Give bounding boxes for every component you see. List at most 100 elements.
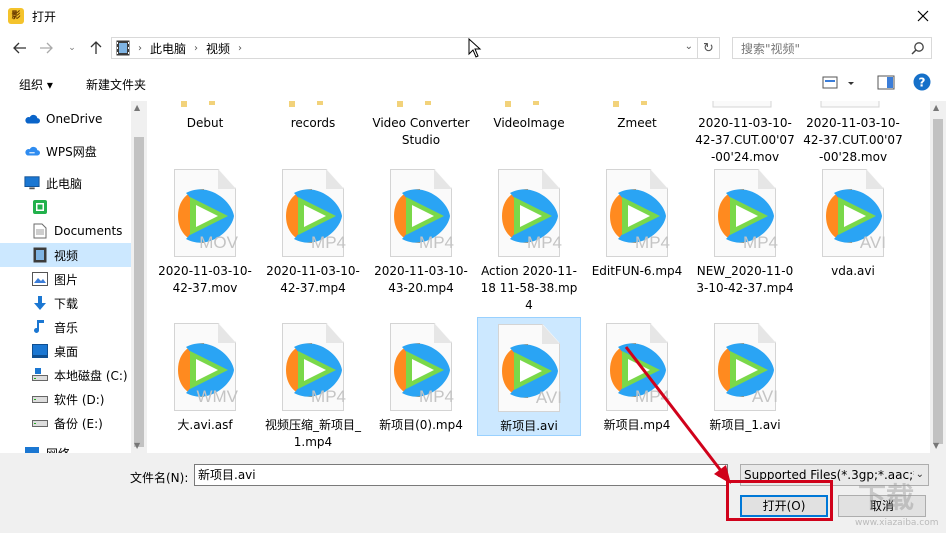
organize-button[interactable]: 组织 ▾	[19, 76, 53, 93]
folder-tile[interactable]: VideoImage	[477, 101, 581, 132]
address-dropdown-icon[interactable]: ⌄	[685, 41, 693, 52]
folder-tile[interactable]: Video Converter Studio	[369, 101, 473, 149]
new-folder-button[interactable]: 新建文件夹	[86, 76, 146, 93]
scroll-down-icon[interactable]: ▼	[134, 441, 140, 450]
sidebar-item-drive-e[interactable]: 备份 (E:)	[0, 411, 131, 435]
file-extension-label: MP4	[419, 387, 454, 406]
file-tile-selected[interactable]: AVI 新项目.avi	[477, 317, 581, 436]
sidebar-item-videos[interactable]: 视频	[0, 243, 131, 267]
file-tile[interactable]: AVI 新项目_1.avi	[693, 317, 797, 434]
video-file-icon: MP4	[384, 169, 458, 259]
wps-cloud-icon	[24, 143, 40, 159]
sidebar-item-music[interactable]: 音乐	[0, 315, 131, 339]
help-button[interactable]: ?	[913, 73, 931, 94]
scrollbar-thumb[interactable]	[933, 119, 943, 444]
video-file-icon: MP4	[600, 169, 674, 259]
video-file-icon: AVI	[816, 169, 890, 259]
sidebar-item-onedrive[interactable]: OneDrive	[0, 107, 131, 131]
folder-tile[interactable]: records	[261, 101, 365, 132]
folder-tile[interactable]: Zmeet	[585, 101, 689, 132]
breadcrumb-this-pc[interactable]: 此电脑	[150, 40, 186, 57]
search-input[interactable]: 搜索"视频"	[732, 37, 932, 59]
sidebar-scrollbar[interactable]: ▲ ▼	[131, 101, 147, 453]
file-name: 2020-11-03-10-43-20.mp4	[374, 264, 468, 295]
folder-icon	[585, 101, 689, 109]
sidebar-item-label: 桌面	[54, 344, 79, 359]
close-button[interactable]	[900, 0, 946, 32]
file-tile[interactable]: MP4 2020-11-03-10-42-37.mp4	[261, 163, 365, 297]
file-tile[interactable]: MP4 新项目.mp4	[585, 317, 689, 434]
file-extension-label: MP4	[311, 233, 346, 252]
file-tile[interactable]: MOV 2020-11-03-10-42-37.mov	[153, 163, 257, 297]
preview-pane-button[interactable]	[877, 74, 895, 95]
sidebar-item-documents[interactable]: Documents	[0, 219, 131, 243]
file-extension-label: AVI	[859, 233, 886, 252]
file-tile[interactable]: MP4 EditFUN-6.mp4	[585, 163, 689, 280]
sidebar-item-drive-d[interactable]: 软件 (D:)	[0, 387, 131, 411]
cloud-icon	[24, 111, 40, 127]
close-icon	[917, 10, 929, 22]
sidebar-item-drive-c[interactable]: 本地磁盘 (C:)	[0, 363, 131, 387]
recent-locations-button[interactable]: ⌄	[62, 38, 82, 58]
sidebar-item-desktop[interactable]: 桌面	[0, 339, 131, 363]
chevron-down-icon[interactable]: ⌄	[715, 465, 723, 485]
up-arrow-icon	[90, 41, 102, 54]
address-bar[interactable]: › 此电脑 › 视频 › ⌄	[111, 37, 698, 59]
file-list: Debut records Video Converter Studio VideoI…	[147, 101, 930, 453]
video-file-icon: MP4	[600, 323, 674, 413]
sidebar-item-label: 网络	[46, 445, 70, 454]
sidebar-item-label: 备份 (E:)	[54, 416, 103, 431]
sidebar-item-pictures[interactable]: 图片	[0, 267, 131, 291]
file-tile[interactable]: MP4 NEW_2020-11-03-10-42-37.mp4	[693, 163, 797, 297]
video-file-icon: MP4	[492, 169, 566, 259]
view-options-button[interactable]	[822, 74, 856, 95]
file-tile[interactable]: AVI vda.avi	[801, 163, 905, 280]
file-name: NEW_2020-11-03-10-42-37.mp4	[696, 264, 794, 295]
scrollbar-thumb[interactable]	[134, 137, 144, 447]
sidebar-item-network[interactable]: 网络	[0, 441, 131, 453]
sidebar-item-downloads[interactable]: 下载	[0, 291, 131, 315]
video-folder-icon	[116, 40, 130, 56]
scroll-down-icon[interactable]: ▼	[933, 441, 939, 450]
back-button[interactable]	[10, 38, 30, 58]
file-tile[interactable]: MP4 Action 2020-11-18 11-58-38.mp4	[477, 163, 581, 314]
desktop-icon	[32, 343, 48, 359]
sidebar-item-wps-cloud[interactable]: WPS网盘	[0, 139, 131, 163]
file-list-scrollbar[interactable]: ▲ ▼	[930, 101, 946, 453]
sidebar-item-label: Documents	[54, 224, 123, 238]
file-name: 2020-11-03-10-42-37.mov	[158, 264, 252, 295]
file-extension-label: MP4	[635, 233, 670, 252]
file-extension-label: AVI	[751, 387, 778, 406]
sidebar-item-label: 此电脑	[46, 176, 83, 191]
refresh-button[interactable]: ↻	[698, 37, 720, 59]
file-name: records	[290, 116, 336, 130]
sidebar-item-green-app[interactable]	[0, 195, 131, 219]
file-tile[interactable]: MP4 新项目(0).mp4	[369, 317, 473, 434]
chevron-down-icon: ⌄	[68, 43, 76, 53]
sidebar-item-this-pc[interactable]: 此电脑	[0, 171, 131, 195]
forward-button[interactable]	[36, 38, 56, 58]
file-tile[interactable]: 2020-11-03-10-42-37.CUT.00'07-00'28.mov	[801, 101, 905, 166]
sidebar-item-label: 本地磁盘 (C:)	[54, 368, 128, 383]
scroll-up-icon[interactable]: ▲	[134, 103, 140, 112]
folder-icon	[477, 101, 581, 109]
filename-input[interactable]: 新项目.avi ⌄	[194, 464, 728, 486]
sidebar-item-label: 图片	[54, 272, 79, 287]
filename-value: 新项目.avi	[198, 468, 256, 482]
video-file-icon	[693, 101, 797, 109]
folder-tile[interactable]: Debut	[153, 101, 257, 132]
network-icon	[24, 445, 40, 453]
file-name: EditFUN-6.mp4	[591, 264, 683, 278]
file-name: 视频压缩_新项目_1.mp4	[264, 418, 361, 449]
breadcrumb-videos[interactable]: 视频	[206, 40, 230, 57]
file-tile[interactable]: 2020-11-03-10-42-37.CUT.00'07-00'24.mov	[693, 101, 797, 166]
sidebar-item-label: 视频	[54, 248, 79, 263]
file-extension-label: MP4	[743, 233, 778, 252]
scroll-up-icon[interactable]: ▲	[933, 103, 939, 112]
file-tile[interactable]: MP4 2020-11-03-10-43-20.mp4	[369, 163, 473, 297]
search-icon	[911, 42, 924, 55]
up-button[interactable]	[86, 38, 106, 58]
file-tile[interactable]: WMV 大.avi.asf	[153, 317, 257, 434]
file-tile[interactable]: MP4 视频压缩_新项目_1.mp4	[261, 317, 365, 451]
download-icon	[32, 295, 48, 311]
